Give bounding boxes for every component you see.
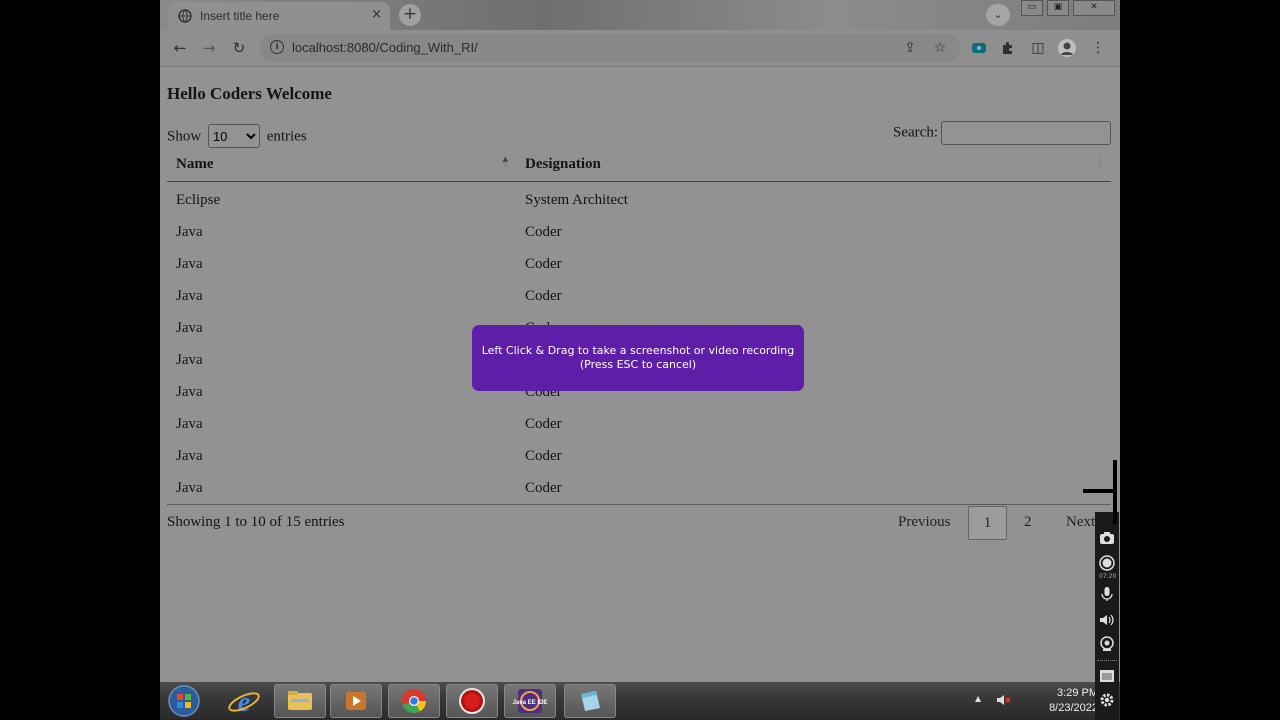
screen: Insert title here × + ⌄ ▭ ▣ ✕ ← → ↻ i lo… bbox=[160, 0, 1120, 720]
windows-taskbar: e Java EE IDE ▲ 3:29 PM 8/23/2022 bbox=[160, 682, 1120, 720]
cell-designation: Coder bbox=[525, 255, 562, 272]
entries-label: entries bbox=[266, 128, 307, 145]
cell-name: Eclipse bbox=[176, 191, 221, 208]
cell-name: Java bbox=[176, 287, 203, 304]
recorder-side-bar: 07:20 bbox=[1095, 512, 1119, 720]
extension-teal-icon[interactable] bbox=[970, 39, 988, 57]
overlay-line-1: Left Click & Drag to take a screenshot o… bbox=[481, 344, 795, 357]
page-length-control: Show 10 entries bbox=[167, 124, 307, 148]
back-button[interactable]: ← bbox=[170, 38, 190, 58]
search-label: Search: bbox=[893, 124, 938, 141]
entries-select[interactable]: 10 bbox=[207, 124, 260, 148]
browser-toolbar: ← → ↻ i localhost:8080/Coding_With_RI/ ⇪… bbox=[160, 30, 1120, 67]
show-label: Show bbox=[167, 128, 202, 145]
url-text: localhost:8080/Coding_With_RI/ bbox=[292, 40, 478, 55]
tab-search-button[interactable]: ⌄ bbox=[986, 4, 1010, 26]
tab-title: Insert title here bbox=[200, 9, 280, 23]
share-icon[interactable]: ⇪ bbox=[901, 39, 919, 57]
recorder-icon[interactable] bbox=[446, 684, 498, 718]
window-close-button[interactable]: ✕ bbox=[1073, 0, 1115, 16]
table-row: Java Coder bbox=[167, 440, 1111, 472]
media-player-icon[interactable] bbox=[330, 684, 382, 718]
site-info-icon[interactable]: i bbox=[270, 40, 284, 54]
overlay-line-2: (Press ESC to cancel) bbox=[579, 358, 697, 371]
cell-designation: System Architect bbox=[525, 191, 628, 208]
address-bar[interactable]: i localhost:8080/Coding_With_RI/ bbox=[260, 34, 960, 62]
browser-menu-icon[interactable]: ⋮ bbox=[1089, 39, 1107, 57]
search-control: Search: bbox=[893, 121, 1111, 145]
page-heading: Hello Coders Welcome bbox=[167, 84, 332, 103]
restore-button[interactable]: ▣ bbox=[1047, 0, 1069, 16]
start-orb-icon[interactable] bbox=[162, 684, 206, 718]
previous-page-button[interactable]: Previous bbox=[898, 506, 951, 538]
reload-button[interactable]: ↻ bbox=[229, 38, 249, 58]
file-explorer-icon[interactable] bbox=[274, 684, 326, 718]
minimize-button[interactable]: ▭ bbox=[1021, 0, 1043, 16]
record-button-icon[interactable] bbox=[1099, 555, 1115, 575]
cell-designation: Coder bbox=[525, 287, 562, 304]
window-mode-icon[interactable] bbox=[1099, 668, 1115, 687]
java-ee-ide-icon[interactable]: Java EE IDE bbox=[504, 684, 556, 718]
cell-name: Java bbox=[176, 447, 203, 464]
tab-close-icon[interactable]: × bbox=[371, 7, 382, 22]
cell-name: Java bbox=[176, 479, 203, 496]
cell-name: Java bbox=[176, 255, 203, 272]
cell-designation: Coder bbox=[525, 415, 562, 432]
page-button-1[interactable]: 1 bbox=[968, 506, 1007, 540]
volume-muted-icon[interactable] bbox=[995, 692, 1011, 708]
internet-explorer-icon[interactable]: e bbox=[218, 684, 270, 718]
table-info: Showing 1 to 10 of 15 entries bbox=[167, 514, 345, 530]
table-row: Eclipse System Architect bbox=[167, 182, 1111, 217]
capture-instruction-overlay: Left Click & Drag to take a screenshot o… bbox=[472, 325, 804, 391]
table-row: Java Coder bbox=[167, 472, 1111, 505]
cell-name: Java bbox=[176, 319, 203, 336]
cell-designation: Coder bbox=[525, 447, 562, 464]
pagination: Previous 1 2 Next bbox=[890, 506, 1120, 540]
settings-gear-icon[interactable] bbox=[1099, 692, 1115, 712]
webcam-icon[interactable] bbox=[1099, 636, 1115, 656]
column-header-name[interactable]: Name ▲ ▼ bbox=[167, 147, 516, 182]
recording-timer: 07:20 bbox=[1099, 573, 1117, 580]
sort-arrows-icon: ▲ ▼ bbox=[1097, 155, 1103, 169]
clock-time: 3:29 PM bbox=[1057, 687, 1098, 699]
crosshair-cursor-vertical bbox=[1113, 460, 1117, 524]
cell-name: Java bbox=[176, 383, 203, 400]
cell-designation: Coder bbox=[525, 479, 562, 496]
bookmark-star-icon[interactable]: ☆ bbox=[931, 39, 949, 57]
browser-tab[interactable]: Insert title here × bbox=[168, 2, 390, 30]
table-row: Java Coder bbox=[167, 280, 1111, 312]
speaker-icon[interactable] bbox=[1099, 612, 1115, 631]
system-clock[interactable]: 3:29 PM 8/23/2022 bbox=[1049, 686, 1098, 716]
cell-name: Java bbox=[176, 351, 203, 368]
forward-button[interactable]: → bbox=[199, 38, 219, 58]
profile-avatar[interactable] bbox=[1058, 39, 1076, 57]
page-button-2[interactable]: 2 bbox=[1024, 506, 1032, 538]
side-panel-icon[interactable]: ◫ bbox=[1029, 39, 1047, 57]
camera-icon[interactable] bbox=[1099, 530, 1115, 549]
sort-arrows-icon: ▲ ▼ bbox=[502, 155, 508, 169]
new-tab-button[interactable]: + bbox=[399, 4, 421, 26]
show-hidden-icons-arrow[interactable]: ▲ bbox=[975, 694, 981, 703]
cell-designation: Coder bbox=[525, 223, 562, 240]
crosshair-cursor-horizontal bbox=[1083, 489, 1113, 493]
chrome-icon[interactable] bbox=[388, 684, 440, 718]
cell-name: Java bbox=[176, 415, 203, 432]
table-row: Java Coder bbox=[167, 408, 1111, 440]
microphone-icon[interactable] bbox=[1099, 586, 1115, 606]
puzzle-extensions-icon[interactable] bbox=[999, 39, 1017, 57]
table-row: Java Coder bbox=[167, 248, 1111, 280]
cell-name: Java bbox=[176, 223, 203, 240]
next-page-button[interactable]: Next bbox=[1066, 506, 1095, 538]
divider bbox=[1097, 660, 1117, 661]
tab-strip: Insert title here × + ⌄ ▭ ▣ ✕ bbox=[160, 0, 1120, 30]
clock-date: 8/23/2022 bbox=[1049, 702, 1098, 714]
svg-text:e: e bbox=[238, 687, 250, 718]
search-input[interactable] bbox=[941, 121, 1111, 145]
column-header-designation[interactable]: Designation ▲ ▼ bbox=[516, 147, 1111, 182]
table-row: Java Coder bbox=[167, 216, 1111, 248]
java-ee-label: Java EE IDE bbox=[513, 700, 548, 706]
notepad-icon[interactable] bbox=[564, 684, 616, 718]
globe-icon bbox=[178, 9, 192, 23]
